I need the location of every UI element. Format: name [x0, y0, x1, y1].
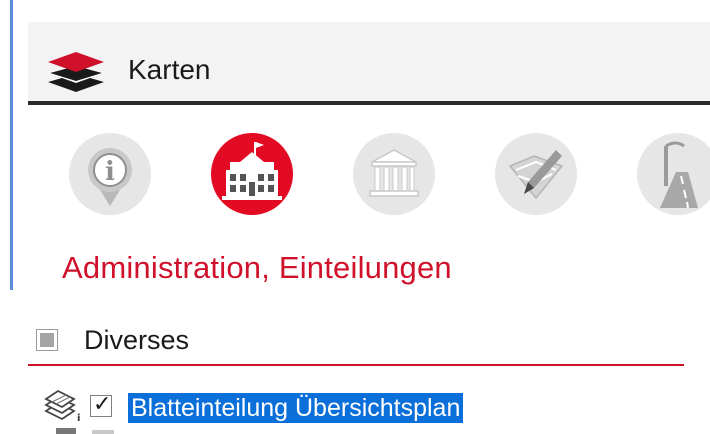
info-icon[interactable]: i	[68, 132, 152, 216]
layers-icon	[46, 50, 106, 94]
road-lamp-icon[interactable]	[636, 132, 710, 216]
svg-text:i: i	[77, 413, 80, 423]
group-label[interactable]: Diverses	[84, 322, 189, 358]
layer-checkbox-partial	[92, 430, 114, 434]
layer-stack-icon-partial	[56, 428, 76, 434]
left-accent-bar	[10, 0, 13, 290]
layer-label-selected[interactable]: Blatteinteilung Übersichtsplan	[128, 393, 464, 423]
layer-stack-icon[interactable]: i	[44, 389, 82, 424]
header-divider	[28, 101, 710, 105]
town-hall-icon[interactable]	[210, 132, 294, 216]
checkmark-icon: ✓	[93, 392, 112, 417]
map-pencil-icon[interactable]	[494, 132, 578, 216]
header-title: Karten	[128, 54, 211, 85]
group-checkbox-diverses[interactable]	[36, 329, 58, 351]
layer-checkbox[interactable]: ✓	[90, 392, 112, 417]
section-heading: Administration, Einteilungen	[62, 250, 452, 285]
svg-text:i: i	[105, 157, 115, 187]
partial-check-indicator	[40, 333, 54, 347]
columns-building-icon[interactable]	[352, 132, 436, 216]
group-divider	[28, 364, 684, 366]
